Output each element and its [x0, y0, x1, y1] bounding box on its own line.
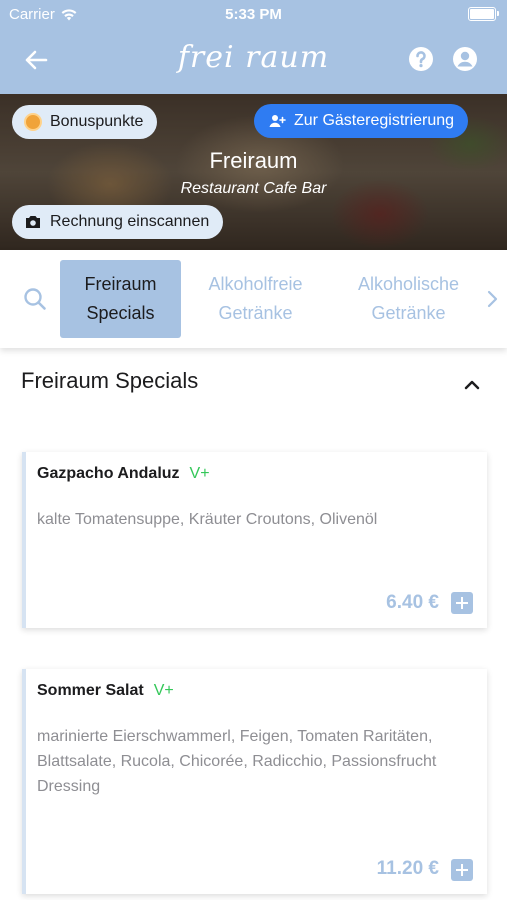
tab-alkoholische-getraenke[interactable]: Alkoholische Getränke — [348, 260, 469, 338]
bonus-points-button[interactable]: Bonuspunkte — [12, 105, 158, 139]
restaurant-subtitle: Restaurant Cafe Bar — [180, 180, 327, 197]
add-to-cart-button[interactable] — [451, 592, 473, 614]
menu-item-name: Sommer Salat — [37, 682, 144, 699]
navigation-bar: Carrier 5:33 PM frei raum — [0, 0, 507, 94]
status-bar: Carrier 5:33 PM — [0, 0, 507, 28]
menu-item-card[interactable]: Gazpacho Andaluz V+ kalte Tomatensuppe, … — [22, 452, 487, 628]
user-icon — [453, 47, 477, 71]
menu-item-price: 11.20 € — [376, 858, 439, 879]
vegan-badge: V+ — [189, 465, 210, 482]
coin-icon — [24, 113, 42, 131]
profile-button[interactable] — [452, 46, 478, 72]
search-button[interactable] — [22, 286, 48, 312]
vegan-badge: V+ — [153, 682, 174, 699]
scan-receipt-label: Rechnung einscannen — [50, 213, 210, 230]
chevron-up-icon — [464, 380, 480, 390]
tab-label-line2: Specials — [86, 303, 155, 323]
guest-registration-button[interactable]: Zur Gästeregistrierung — [254, 104, 469, 138]
tab-label-line1: Alkoholfreie — [208, 274, 303, 294]
section-title: Freiraum Specials — [21, 368, 199, 393]
category-tabs: Freiraum Specials Alkoholfreie Getränke … — [0, 250, 507, 348]
chevron-right-icon — [487, 290, 498, 308]
guest-registration-label: Zur Gästeregistrierung — [294, 112, 455, 129]
tab-label-line2: Getränke — [371, 303, 446, 323]
battery-icon — [468, 7, 499, 21]
bonus-points-label: Bonuspunkte — [50, 113, 144, 130]
collapse-section-button[interactable] — [462, 378, 482, 392]
tab-label-line2: Getränke — [218, 303, 293, 323]
menu-item-header: Gazpacho Andaluz V+ — [37, 465, 210, 483]
tab-label-line1: Freiraum — [84, 274, 157, 294]
menu-item-price: 6.40 € — [386, 592, 439, 613]
menu-item-header: Sommer Salat V+ — [37, 682, 174, 700]
camera-icon — [26, 216, 40, 228]
tab-freiraum-specials[interactable]: Freiraum Specials — [60, 260, 181, 338]
clock: 5:33 PM — [225, 6, 282, 23]
menu-item-name: Gazpacho Andaluz — [37, 465, 180, 482]
scan-receipt-button[interactable]: Rechnung einscannen — [12, 205, 224, 239]
restaurant-header-image: Bonuspunkte Zur Gästeregistrierung Freir… — [0, 94, 507, 250]
next-category-button[interactable] — [483, 288, 501, 310]
menu-item-card[interactable]: Sommer Salat V+ marinierte Eierschwammer… — [22, 669, 487, 894]
restaurant-name: Freiraum — [209, 148, 298, 173]
help-button[interactable] — [408, 46, 434, 72]
menu-item-description: marinierte Eierschwammerl, Feigen, Tomat… — [37, 728, 437, 795]
tab-alkoholfreie-getraenke[interactable]: Alkoholfreie Getränke — [195, 260, 316, 338]
add-to-cart-button[interactable] — [451, 859, 473, 881]
menu-item-description: kalte Tomatensuppe, Kräuter Croutons, Ol… — [37, 511, 378, 528]
question-icon — [409, 47, 433, 71]
tab-label-line1: Alkoholische — [357, 274, 460, 294]
search-icon — [24, 288, 46, 310]
person-add-icon — [269, 115, 286, 127]
